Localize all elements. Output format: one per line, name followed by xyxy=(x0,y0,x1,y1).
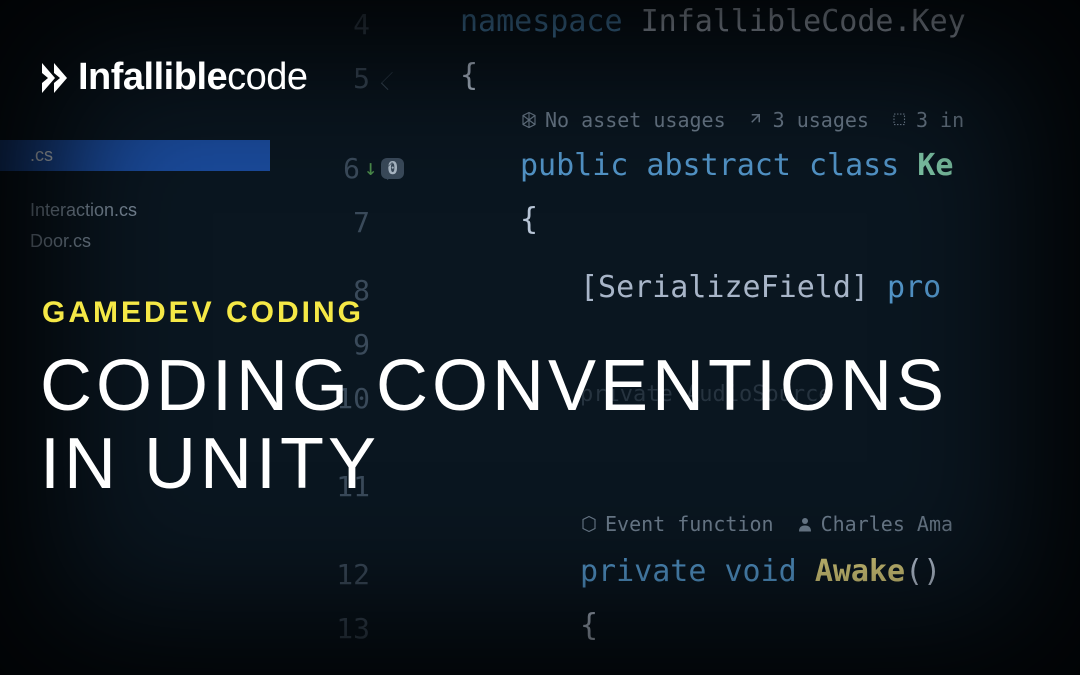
code-line: { xyxy=(460,58,478,94)
unity-icon xyxy=(520,111,538,129)
unity-icon xyxy=(580,515,598,533)
inherit-icon xyxy=(891,111,909,129)
file-explorer[interactable]: .cs Interaction.cs Door.cs xyxy=(0,140,270,257)
link-icon xyxy=(748,111,766,129)
page-title: CODING CONVENTIONS IN UNITY xyxy=(40,348,948,504)
line-number: 6 xyxy=(320,152,360,185)
line-number: 12 xyxy=(322,558,370,591)
line-number: 13 xyxy=(322,612,370,645)
file-item[interactable]: Door.cs xyxy=(0,226,270,257)
logo-text: Infalliblecode xyxy=(78,56,308,99)
code-line: { xyxy=(580,608,598,644)
down-arrow-icon: ↓ xyxy=(364,156,377,181)
line-number: 5 xyxy=(330,62,370,95)
logo-chevron-icon xyxy=(40,61,70,95)
code-line: public abstract class Ke xyxy=(520,148,953,184)
hint-inheritors: 3 in xyxy=(891,108,964,132)
logo: Infalliblecode xyxy=(40,56,308,99)
file-item[interactable]: .cs xyxy=(0,140,270,171)
person-icon xyxy=(796,515,814,533)
category-label: GAMEDEV CODING xyxy=(42,296,364,330)
fold-icon[interactable] xyxy=(381,72,399,90)
code-hints: No asset usages 3 usages 3 in xyxy=(520,108,964,132)
file-item[interactable]: Interaction.cs xyxy=(0,195,270,226)
line-number: 4 xyxy=(330,8,370,41)
code-line: [SerializeField] pro xyxy=(580,270,941,306)
hint-usages: 3 usages xyxy=(748,108,869,132)
line-number: 7 xyxy=(330,206,370,239)
code-line: private void Awake() xyxy=(580,554,941,590)
code-line: { xyxy=(520,202,538,238)
hint-asset-usages: No asset usages xyxy=(520,108,726,132)
code-hints: Event function Charles Ama xyxy=(580,512,953,536)
gutter: 4 5 6 ↓ 0 7 8 9 10 11 12 13 xyxy=(310,0,400,675)
code-line: namespace InfallibleCode.Key xyxy=(460,4,966,40)
hint-author: Charles Ama xyxy=(796,512,953,536)
hint-event-function: Event function xyxy=(580,512,774,536)
